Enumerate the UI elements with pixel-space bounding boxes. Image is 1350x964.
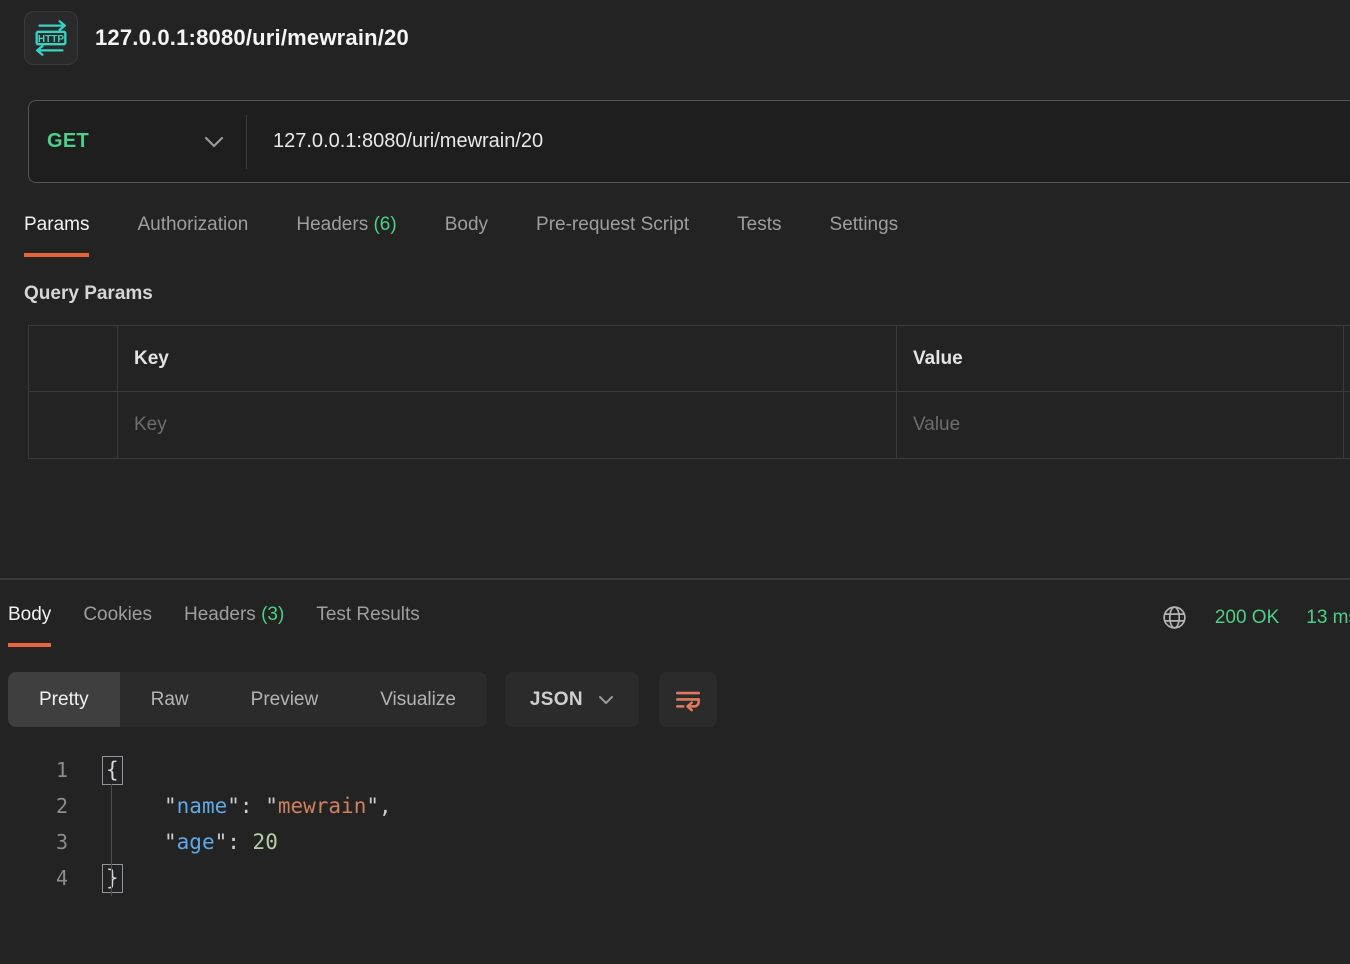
request-header: HTTP 127.0.0.1:8080/uri/mewrain/20 [24, 11, 409, 65]
tab-authorization[interactable]: Authorization [137, 214, 248, 257]
page-title: 127.0.0.1:8080/uri/mewrain/20 [95, 25, 409, 51]
response-time[interactable]: 13 ms [1306, 607, 1350, 629]
tab-tests[interactable]: Tests [737, 214, 781, 257]
tab-headers[interactable]: Headers (6) [296, 214, 396, 257]
json-number-value: 20 [253, 830, 278, 854]
code-line-3: 3 "age": 20 [0, 824, 392, 860]
tab-settings[interactable]: Settings [830, 214, 899, 257]
wrap-text-icon [672, 684, 704, 716]
headers-count-badge: (6) [373, 214, 396, 235]
indent-guide [111, 784, 112, 896]
description-column-header [1344, 326, 1350, 392]
pane-divider[interactable] [0, 578, 1350, 580]
http-icon-glyph: HTTP [30, 17, 72, 59]
view-preview[interactable]: Preview [220, 672, 350, 727]
view-mode-switcher: Pretty Raw Preview Visualize [8, 672, 487, 727]
comma: , [379, 794, 392, 818]
query-params-title: Query Params [24, 283, 153, 305]
url-input[interactable]: 127.0.0.1:8080/uri/mewrain/20 [247, 130, 543, 153]
line-number: 1 [0, 758, 68, 782]
value-input[interactable]: Value [897, 392, 1344, 458]
chevron-down-icon [598, 689, 614, 711]
request-url-bar: GET 127.0.0.1:8080/uri/mewrain/20 [28, 100, 1350, 183]
chevron-down-icon [204, 136, 224, 148]
code-line-2: 2 "name": "mewrain", [0, 788, 392, 824]
format-dropdown[interactable]: JSON [505, 672, 639, 727]
tab-body-label: Body [445, 214, 488, 235]
quote: " [164, 794, 177, 818]
tab-cookies-label: Cookies [83, 604, 152, 625]
line-number: 3 [0, 830, 68, 854]
key-column-header: Key [118, 326, 897, 392]
wrap-text-button[interactable] [659, 672, 717, 727]
checkbox-column-header [29, 326, 118, 392]
tab-cookies[interactable]: Cookies [83, 604, 152, 647]
view-raw[interactable]: Raw [120, 672, 220, 727]
tab-response-headers[interactable]: Headers (3) [184, 604, 284, 647]
key-input[interactable]: Key [118, 392, 897, 458]
response-headers-count-badge: (3) [261, 604, 284, 625]
code-line-1: 1 { [0, 752, 392, 788]
response-meta: 200 OK 13 ms [1161, 604, 1350, 631]
response-view-bar: Pretty Raw Preview Visualize JSON [8, 672, 717, 727]
description-cell[interactable] [1344, 392, 1350, 458]
response-tabs: Body Cookies Headers (3) Test Results [8, 604, 420, 647]
quote: " [265, 794, 278, 818]
code-line-4: 4 } [0, 860, 392, 896]
json-string-value: mewrain [278, 794, 367, 818]
status-badge[interactable]: 200 OK [1215, 607, 1279, 629]
globe-icon[interactable] [1161, 604, 1188, 631]
tab-pre-request-script[interactable]: Pre-request Script [536, 214, 689, 257]
tab-pre-request-script-label: Pre-request Script [536, 214, 689, 235]
tab-test-results-label: Test Results [316, 604, 419, 625]
colon: : [227, 830, 252, 854]
quote: " [215, 830, 228, 854]
method-label: GET [47, 130, 89, 153]
row-checkbox-cell[interactable] [29, 392, 118, 458]
svg-text:HTTP: HTTP [38, 34, 64, 45]
query-params-table: Key Value Key Value [28, 325, 1350, 459]
value-column-header: Value [897, 326, 1344, 392]
tab-authorization-label: Authorization [137, 214, 248, 235]
format-label: JSON [530, 689, 583, 711]
colon: : [240, 794, 265, 818]
tab-response-body[interactable]: Body [8, 604, 51, 647]
view-pretty[interactable]: Pretty [8, 672, 120, 727]
tab-settings-label: Settings [830, 214, 899, 235]
method-dropdown[interactable]: GET [29, 130, 246, 153]
quote: " [227, 794, 240, 818]
quote: " [366, 794, 379, 818]
json-key: age [177, 830, 215, 854]
http-request-icon: HTTP [24, 11, 78, 65]
open-brace: { [102, 756, 123, 785]
line-number: 2 [0, 794, 68, 818]
json-key: name [177, 794, 228, 818]
tab-headers-label: Headers [296, 214, 368, 235]
tab-params[interactable]: Params [24, 214, 89, 257]
tab-response-body-label: Body [8, 604, 51, 625]
tab-body[interactable]: Body [445, 214, 488, 257]
line-number: 4 [0, 866, 68, 890]
view-visualize[interactable]: Visualize [349, 672, 487, 727]
response-body-code[interactable]: 1 { 2 "name": "mewrain", 3 "age": 20 4 } [0, 752, 392, 896]
tab-test-results[interactable]: Test Results [316, 604, 419, 647]
tab-response-headers-label: Headers [184, 604, 256, 625]
request-tabs: Params Authorization Headers (6) Body Pr… [24, 214, 898, 257]
tab-params-label: Params [24, 214, 89, 235]
app-window: HTTP 127.0.0.1:8080/uri/mewrain/20 GET 1… [0, 0, 1350, 964]
close-brace: } [102, 864, 123, 893]
quote: " [164, 830, 177, 854]
tab-tests-label: Tests [737, 214, 781, 235]
